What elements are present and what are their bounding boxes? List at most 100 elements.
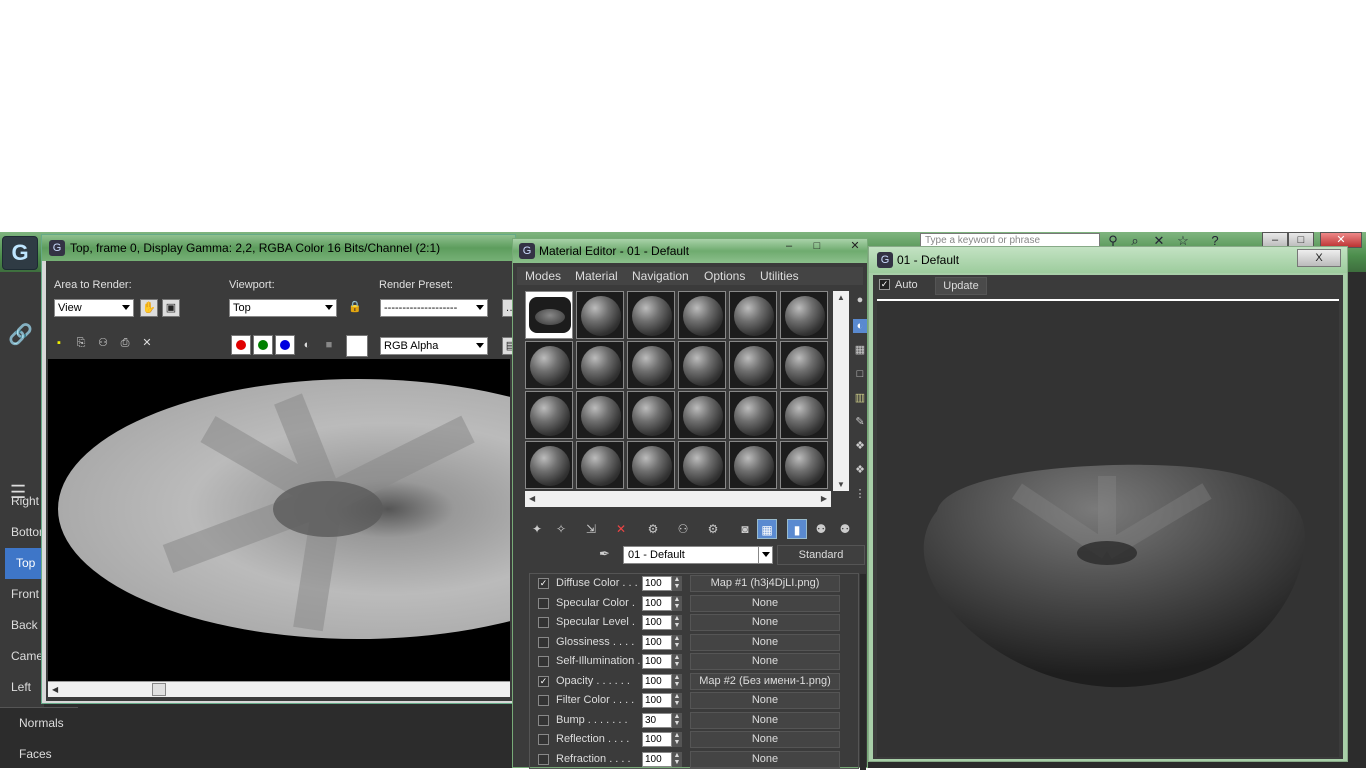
sample-slot[interactable]	[627, 291, 675, 339]
monochrome-icon[interactable]: ■	[320, 337, 338, 355]
viewport-item-left[interactable]: Left	[0, 672, 44, 703]
sample-slot[interactable]	[525, 341, 573, 389]
map-enable-checkbox[interactable]	[538, 753, 549, 765]
map-amount-spinner[interactable]: ▲ ▼	[672, 634, 682, 650]
map-amount-spinner[interactable]: ▲ ▼	[672, 712, 682, 728]
video-color-check-icon[interactable]: ▥	[853, 391, 867, 405]
map-slot-button[interactable]: None	[690, 594, 840, 612]
sample-slot[interactable]	[678, 441, 726, 489]
assign-material-icon[interactable]: ⇲	[581, 519, 601, 539]
slots-horizontal-scrollbar[interactable]: ◀ ▶	[525, 491, 831, 507]
show-map-icon[interactable]: ◙	[735, 519, 755, 539]
render-horizontal-scrollbar[interactable]: ◀	[48, 681, 510, 697]
map-amount-input[interactable]: 100	[642, 615, 672, 630]
options-icon[interactable]: ❖	[853, 439, 867, 453]
sample-slot[interactable]	[576, 441, 624, 489]
map-slot-button[interactable]: None	[690, 633, 840, 651]
map-enable-checkbox[interactable]: ✓	[538, 578, 549, 589]
sample-slot-selected[interactable]	[525, 291, 573, 339]
sample-slot[interactable]	[780, 341, 828, 389]
auto-region-icon[interactable]: ▣	[162, 299, 180, 317]
maps-scrollbar[interactable]	[860, 574, 866, 770]
map-amount-input[interactable]: 100	[642, 751, 672, 767]
map-amount-input[interactable]: 100	[642, 595, 672, 611]
clear-icon[interactable]: ✕	[138, 335, 156, 353]
map-enable-checkbox[interactable]	[538, 656, 549, 667]
map-slot-button[interactable]: None	[690, 750, 840, 768]
viewport-item-bottom[interactable]: Bottom	[0, 517, 44, 548]
map-slot-button[interactable]: None	[690, 731, 840, 748]
menu-utilities[interactable]: Utilities	[760, 267, 799, 285]
sample-slot[interactable]	[729, 441, 777, 489]
minimize-button[interactable]: –	[777, 239, 801, 255]
map-amount-input[interactable]: 100	[642, 576, 672, 591]
map-slot-button[interactable]: None	[690, 653, 840, 670]
blue-channel-toggle[interactable]	[275, 335, 295, 355]
sample-slot[interactable]	[729, 391, 777, 439]
viewport-dropdown[interactable]: Top	[229, 299, 337, 317]
scroll-thumb[interactable]	[152, 683, 166, 696]
sample-slot[interactable]	[576, 341, 624, 389]
sample-slot[interactable]	[627, 441, 675, 489]
sample-slot[interactable]	[627, 391, 675, 439]
map-enable-checkbox[interactable]: ✓	[538, 675, 549, 687]
menu-options[interactable]: Options	[704, 267, 745, 285]
auto-checkbox[interactable]: ✓	[879, 279, 890, 290]
map-enable-checkbox[interactable]	[538, 714, 549, 726]
map-amount-spinner[interactable]: ▲ ▼	[672, 732, 682, 747]
map-amount-spinner[interactable]: ▲ ▼	[672, 673, 682, 689]
sample-slot[interactable]	[678, 391, 726, 439]
material-name-field[interactable]: 01 - Default	[623, 546, 773, 564]
get-material-icon[interactable]: ✦	[527, 519, 547, 539]
reset-map-icon[interactable]: ✕	[611, 519, 631, 539]
alpha-channel-icon[interactable]: ◐	[298, 337, 316, 355]
go-forward-sibling-icon[interactable]: ⚉	[835, 519, 855, 539]
slots-vertical-scrollbar[interactable]: ▲ ▼	[833, 291, 849, 491]
map-slot-button[interactable]: Map #1 (h3j4DjLI.png)	[690, 575, 840, 592]
material-id-icon[interactable]: ⚙	[703, 519, 723, 539]
map-amount-input[interactable]: 100	[642, 634, 672, 650]
map-slot-button[interactable]: None	[690, 692, 840, 709]
sample-slot[interactable]	[576, 391, 624, 439]
sample-slot[interactable]	[678, 291, 726, 339]
background-checker-icon[interactable]: ▦	[853, 343, 867, 357]
map-enable-checkbox[interactable]	[538, 695, 549, 706]
map-amount-spinner[interactable]: ▲ ▼	[672, 751, 682, 767]
material-navigator-icon[interactable]: ⋮	[853, 487, 867, 501]
menu-modes[interactable]: Modes	[525, 267, 561, 285]
scroll-down-icon[interactable]: ▼	[837, 480, 845, 489]
app-logo-icon[interactable]: G	[2, 236, 38, 270]
green-channel-toggle[interactable]	[253, 335, 273, 355]
lock-icon[interactable]: 🔒	[346, 299, 364, 317]
display-channel-dropdown[interactable]: RGB Alpha	[380, 337, 488, 355]
go-to-parent-icon[interactable]: ⚉	[811, 519, 831, 539]
menu-navigation[interactable]: Navigation	[632, 267, 689, 285]
map-enable-checkbox[interactable]	[538, 636, 549, 648]
map-amount-input[interactable]: 100	[642, 693, 672, 708]
map-slot-button[interactable]: None	[690, 614, 840, 631]
normals-item[interactable]: Normals	[0, 708, 78, 739]
map-slot-button[interactable]: None	[690, 711, 840, 729]
map-enable-checkbox[interactable]	[538, 734, 549, 745]
sample-slot[interactable]	[678, 341, 726, 389]
viewport-item-back[interactable]: Back	[0, 610, 44, 641]
sample-uv-icon[interactable]: □	[853, 367, 867, 381]
scroll-left-icon[interactable]: ◀	[52, 685, 58, 694]
map-enable-checkbox[interactable]	[538, 617, 549, 628]
map-slot-button[interactable]: Map #2 (Без имени-1.png)	[690, 672, 840, 690]
show-end-result-icon[interactable]: ▮	[787, 519, 807, 539]
eyedropper-icon[interactable]: ✒	[599, 546, 615, 562]
map-amount-input[interactable]: 100	[642, 654, 672, 669]
viewport-item-camera[interactable]: Camera	[0, 641, 44, 672]
sample-slot[interactable]	[525, 391, 573, 439]
put-to-library-icon[interactable]: ⚇	[673, 519, 693, 539]
map-amount-spinner[interactable]: ▲ ▼	[672, 615, 682, 630]
close-button[interactable]: ✕	[843, 239, 867, 255]
map-amount-input[interactable]: 100	[642, 673, 672, 689]
edit-region-icon[interactable]: ✋	[140, 299, 158, 317]
put-to-scene-icon[interactable]: ✧	[551, 519, 571, 539]
faces-item[interactable]: Faces	[0, 739, 78, 768]
render-preset-dropdown[interactable]: --------------------	[380, 299, 488, 317]
link-icon[interactable]: 🔗	[8, 322, 36, 350]
sample-slot[interactable]	[780, 391, 828, 439]
